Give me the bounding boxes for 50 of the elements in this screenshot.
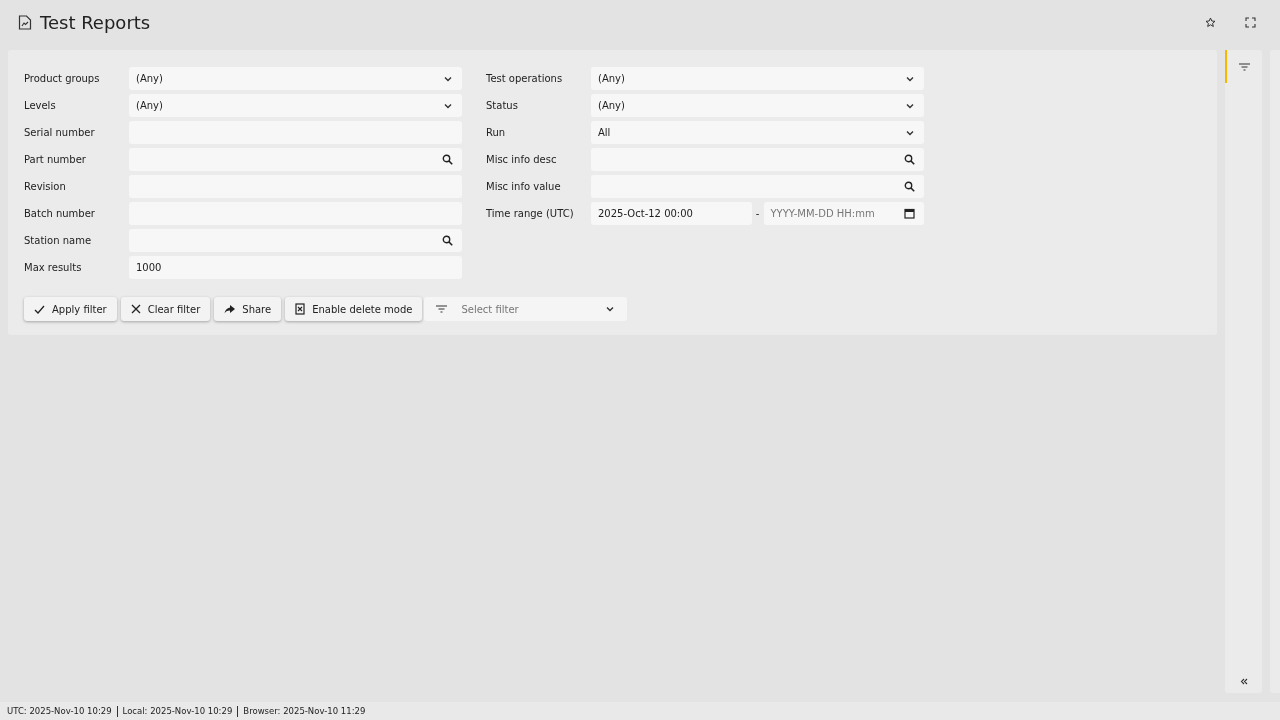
double-chevron-left-icon[interactable] (1239, 678, 1248, 685)
action-button[interactable]: Clear filter (120, 297, 211, 321)
dropdown-field[interactable]: (Any) (591, 94, 924, 117)
saved-filter-dropdown[interactable]: Select filter (424, 297, 628, 321)
search-icon (442, 235, 453, 246)
field-label: Part number (24, 154, 87, 165)
date-input-field[interactable]: 2025-Oct-12 00:00 (591, 202, 752, 225)
action-button[interactable]: Share (214, 297, 282, 321)
dropdown-field[interactable]: All (591, 121, 924, 144)
field-label: Misc info desc (486, 154, 558, 165)
dropdown-field[interactable]: (Any) (129, 94, 462, 117)
search-icon (904, 154, 915, 165)
search-field[interactable] (591, 175, 924, 198)
action-button[interactable]: Apply filter (24, 297, 117, 321)
field-label: Batch number (24, 208, 96, 219)
search-icon (442, 154, 453, 165)
field-label: Serial number (24, 127, 96, 138)
field-label: Time range (UTC) (486, 208, 575, 219)
range-separator: - (754, 208, 761, 219)
field-label: Misc info value (486, 181, 562, 192)
dropdown-field[interactable]: (Any) (129, 67, 462, 90)
close-icon (130, 304, 141, 314)
field-label: Revision (24, 181, 67, 192)
dropdown-field[interactable]: (Any) (591, 67, 924, 90)
field-label: Test operations (486, 73, 564, 84)
status-text: Browser: 2025-Nov-10 11:29 (237, 705, 371, 717)
share-arrow-icon (224, 304, 236, 314)
chart-document-icon (18, 14, 32, 30)
filter-icon (436, 305, 448, 313)
action-button[interactable]: Enable delete mode (285, 297, 423, 321)
field-label: Max results (24, 262, 83, 273)
field-label: Station name (24, 235, 93, 246)
calendar-icon (904, 208, 915, 219)
filter-icon (1239, 62, 1250, 71)
delete-document-icon (295, 303, 306, 315)
search-field[interactable] (129, 148, 462, 171)
status-text: UTC: 2025-Nov-10 10:29 (7, 705, 113, 717)
field-label: Levels (24, 100, 57, 111)
search-field[interactable] (591, 148, 924, 171)
page-title: Test Reports (40, 11, 152, 33)
input-field[interactable]: 1000 (129, 256, 462, 279)
status-text: Local: 2025-Nov-10 10:29 (116, 705, 238, 717)
checkmark-icon (34, 303, 45, 315)
field-label: Status (486, 100, 519, 111)
field-label: Run (486, 127, 507, 138)
chevron-down-icon (605, 304, 616, 314)
field-label: Product groups (24, 73, 101, 84)
search-icon (904, 181, 915, 192)
search-field[interactable] (129, 229, 462, 252)
date-input-field[interactable]: YYYY-MM-DD HH:mm (763, 202, 924, 225)
